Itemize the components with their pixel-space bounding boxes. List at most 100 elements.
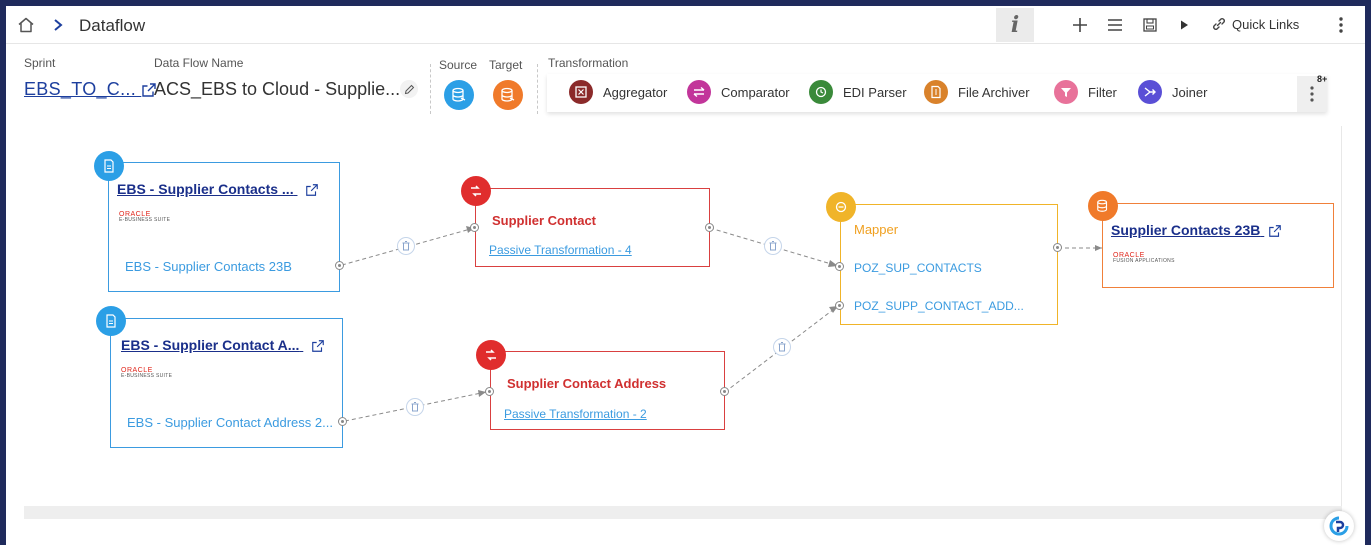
source-node-title[interactable]: EBS - Supplier Contact A... xyxy=(121,337,325,353)
palette-label: File Archiver xyxy=(958,84,1030,100)
joiner-icon xyxy=(1138,80,1162,104)
logo-subtext: FUSION APPLICATIONS xyxy=(1113,258,1175,264)
palette-item-joiner[interactable]: Joiner xyxy=(1138,80,1207,104)
palette-label: Joiner xyxy=(1172,84,1208,100)
source-label: Source xyxy=(439,58,478,72)
logo-subtext: E-BUSINESS SUITE xyxy=(121,373,173,379)
app-frame: Dataflow i Quick Links Sprint EBS_TO_C..… xyxy=(6,6,1365,545)
transformation-node-badge xyxy=(461,176,491,206)
database-icon xyxy=(501,87,515,102)
output-port[interactable] xyxy=(1053,243,1062,252)
horizontal-scrollbar[interactable] xyxy=(24,506,1342,519)
page-title: Dataflow xyxy=(79,16,146,35)
divider xyxy=(537,64,538,114)
source-node-title-text: EBS - Supplier Contacts ... xyxy=(117,181,294,197)
file-icon xyxy=(104,159,114,173)
target-node[interactable]: Supplier Contacts 23B ORACLE FUSION APPL… xyxy=(1102,203,1334,288)
output-port[interactable] xyxy=(335,261,344,270)
mapper-field: POZ_SUP_CONTACTS xyxy=(854,261,982,275)
logo-subtext: E-BUSINESS SUITE xyxy=(119,217,171,223)
transformation-label: Transformation xyxy=(548,56,629,70)
target-label: Target xyxy=(489,58,523,72)
sprint-link[interactable]: EBS_TO_C... xyxy=(24,79,157,100)
palette-label: EDI Parser xyxy=(843,84,907,100)
palette-item-filter[interactable]: Filter xyxy=(1054,80,1117,104)
quick-links-label: Quick Links xyxy=(1232,16,1300,32)
add-target-button[interactable] xyxy=(493,80,523,110)
database-icon xyxy=(1097,199,1108,212)
delete-connection-button[interactable] xyxy=(773,338,791,356)
list-icon[interactable] xyxy=(1105,15,1125,35)
oracle-fusion-logo: ORACLE FUSION APPLICATIONS xyxy=(1113,252,1175,264)
mapper-node[interactable]: Mapper POZ_SUP_CONTACTS POZ_SUPP_CONTACT… xyxy=(840,204,1058,325)
flow-name-label: Data Flow Name xyxy=(154,56,244,70)
palette-item-edi-parser[interactable]: EDI Parser xyxy=(809,80,907,104)
external-link-icon xyxy=(1269,225,1282,238)
palette-label: Filter xyxy=(1088,84,1117,100)
source-output-label: EBS - Supplier Contacts 23B xyxy=(125,259,292,274)
edit-name-button[interactable] xyxy=(400,80,418,98)
comparator-icon xyxy=(687,80,711,104)
oracle-ebs-logo: ORACLE E-BUSINESS SUITE xyxy=(121,367,172,379)
file-archiver-icon xyxy=(924,80,948,104)
transform-icon xyxy=(486,349,496,361)
filter-icon xyxy=(1054,80,1078,104)
palette-item-comparator[interactable]: Comparator xyxy=(687,80,790,104)
link-icon xyxy=(1213,18,1225,30)
delete-connection-button[interactable] xyxy=(764,237,782,255)
database-icon xyxy=(452,87,466,102)
add-icon[interactable] xyxy=(1070,15,1090,35)
input-port[interactable] xyxy=(485,387,494,396)
transformation-node-badge xyxy=(476,340,506,370)
sprint-value: EBS_TO_C... xyxy=(24,79,137,99)
mapper-icon xyxy=(835,201,847,213)
transformation-link[interactable]: Passive Transformation - 4 xyxy=(489,243,632,257)
delete-connection-button[interactable] xyxy=(406,398,424,416)
target-node-title[interactable]: Supplier Contacts 23B xyxy=(1111,222,1282,238)
quick-links-button[interactable]: Quick Links xyxy=(1211,16,1299,32)
top-bar: Dataflow i Quick Links xyxy=(6,6,1365,44)
add-source-button[interactable] xyxy=(444,80,474,110)
home-icon[interactable] xyxy=(16,15,36,35)
source-node-title[interactable]: EBS - Supplier Contacts ... xyxy=(117,181,319,197)
delete-connection-button[interactable] xyxy=(397,237,415,255)
external-link-icon xyxy=(306,184,319,197)
kebab-menu-icon xyxy=(1310,86,1314,102)
assistant-logo-button[interactable] xyxy=(1324,511,1354,541)
run-icon[interactable] xyxy=(1174,15,1194,35)
transformation-node[interactable]: Supplier Contact Passive Transformation … xyxy=(475,188,710,267)
transform-icon xyxy=(471,185,481,197)
transformation-palette: Aggregator Comparator EDI Parser File Ar… xyxy=(547,74,1327,112)
palette-item-aggregator[interactable]: Aggregator xyxy=(569,80,667,104)
kebab-menu-icon[interactable] xyxy=(1331,15,1351,35)
source-node[interactable]: EBS - Supplier Contact A... ORACLE E-BUS… xyxy=(110,318,343,448)
transformation-node[interactable]: Supplier Contact Address Passive Transfo… xyxy=(490,351,725,430)
flow-name-value: ACS_EBS to Cloud - Supplie... xyxy=(154,79,401,99)
mapper-field: POZ_SUPP_CONTACT_ADD... xyxy=(854,299,1024,313)
mapper-title: Mapper xyxy=(854,222,899,237)
save-icon[interactable] xyxy=(1140,15,1160,35)
brand-logo-icon xyxy=(1329,516,1349,536)
input-port[interactable] xyxy=(835,301,844,310)
output-port[interactable] xyxy=(720,387,729,396)
palette-item-file-archiver[interactable]: File Archiver xyxy=(924,80,1030,104)
edi-parser-icon xyxy=(809,80,833,104)
pencil-icon xyxy=(404,84,414,94)
target-node-title-text: Supplier Contacts 23B xyxy=(1111,222,1261,238)
source-node[interactable]: EBS - Supplier Contacts ... ORACLE E-BUS… xyxy=(108,162,340,292)
mapper-node-badge xyxy=(826,192,856,222)
sprint-label: Sprint xyxy=(24,56,56,70)
input-port[interactable] xyxy=(835,262,844,271)
input-port[interactable] xyxy=(470,223,479,232)
info-button[interactable]: i xyxy=(996,8,1034,42)
palette-label: Comparator xyxy=(721,84,790,100)
transformation-title: Supplier Contact xyxy=(492,213,597,228)
chevron-right-icon xyxy=(50,15,66,35)
source-node-badge xyxy=(94,151,124,181)
source-node-badge xyxy=(96,306,126,336)
source-node-title-text: EBS - Supplier Contact A... xyxy=(121,337,300,353)
target-node-badge xyxy=(1088,191,1118,221)
output-port[interactable] xyxy=(338,417,347,426)
transformation-link[interactable]: Passive Transformation - 2 xyxy=(504,407,647,421)
output-port[interactable] xyxy=(705,223,714,232)
